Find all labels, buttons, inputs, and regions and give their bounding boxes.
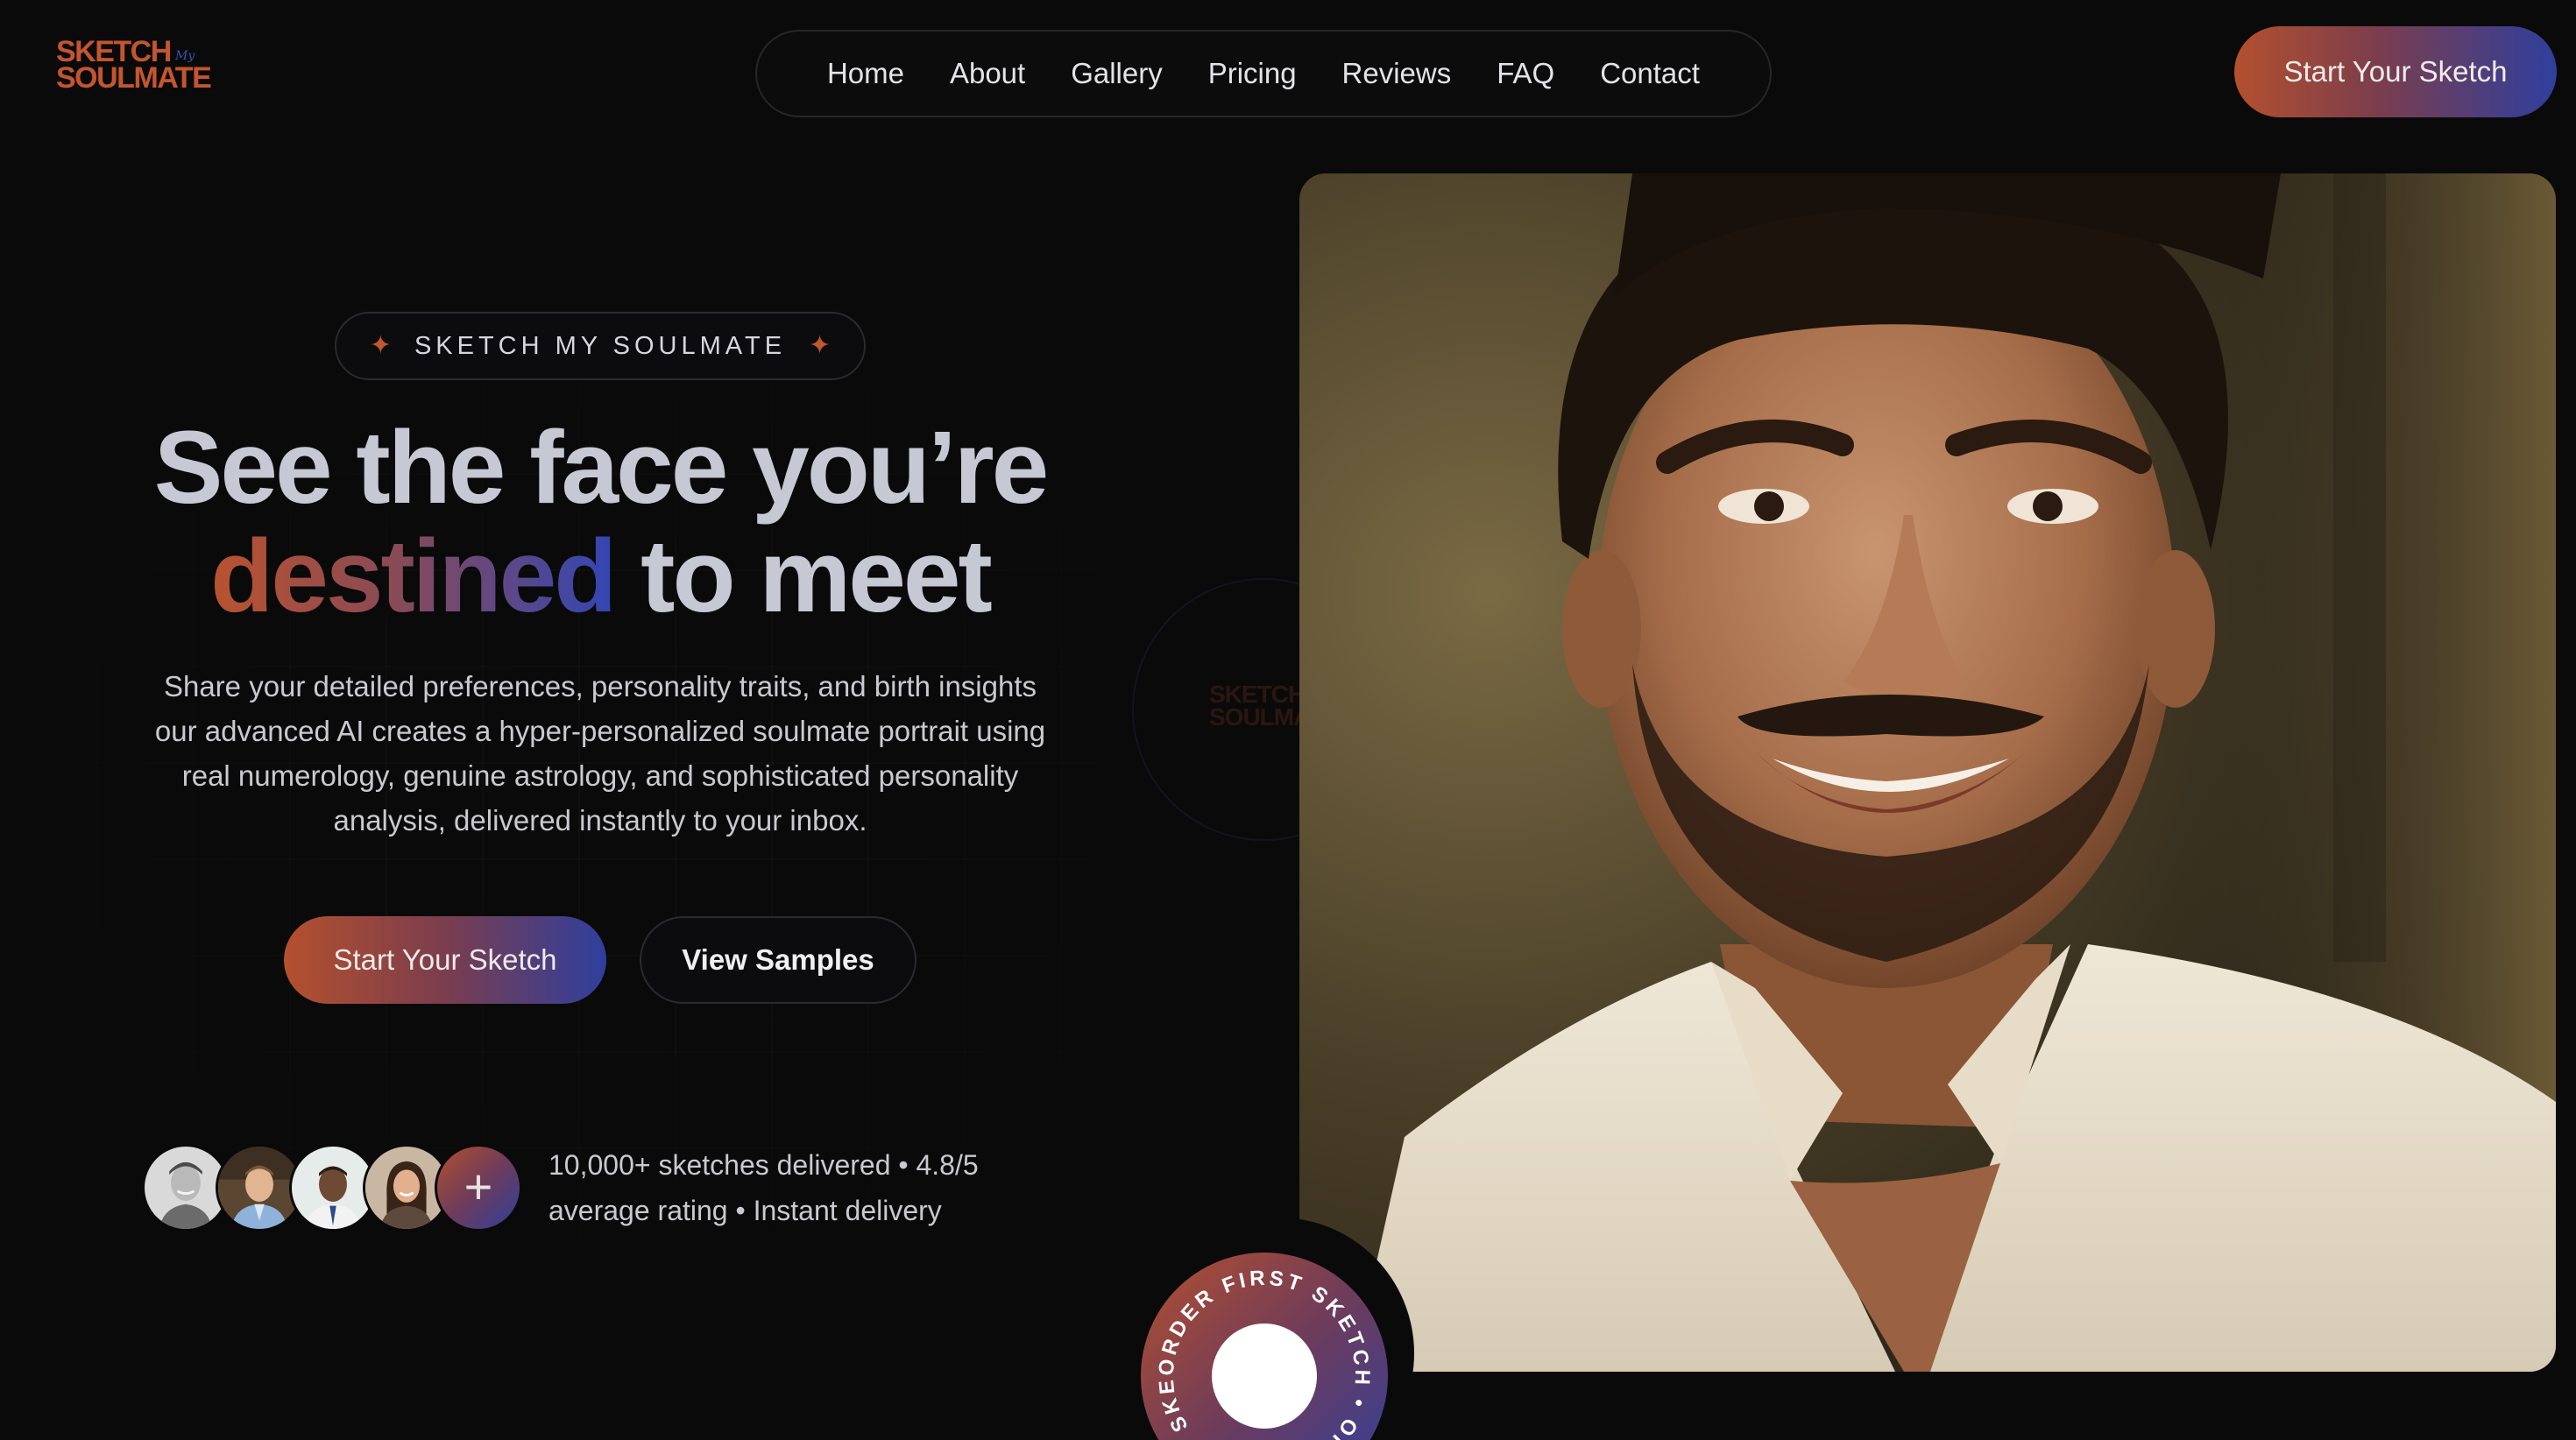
sparkle-icon: ✦ bbox=[809, 331, 832, 360]
avatar-stack: + bbox=[142, 1144, 527, 1233]
nav-item-home[interactable]: Home bbox=[827, 57, 904, 90]
logo[interactable]: SKETCH My SOULMATE bbox=[56, 37, 223, 105]
sparkle-icon: ✦ bbox=[369, 331, 392, 360]
more-avatars-icon: + bbox=[435, 1144, 522, 1232]
badge-center-dot bbox=[1212, 1324, 1317, 1429]
header-start-sketch-button[interactable]: Start Your Sketch bbox=[2234, 26, 2557, 117]
nav-item-contact[interactable]: Contact bbox=[1600, 57, 1700, 90]
main-nav: Home About Gallery Pricing Reviews FAQ C… bbox=[755, 30, 1772, 117]
nav-item-gallery[interactable]: Gallery bbox=[1071, 57, 1163, 90]
headline-line-1: See the face you’re bbox=[153, 410, 1050, 526]
watermark-line-2: SOULMA bbox=[1209, 703, 1311, 731]
social-proof: 10,000+ sketches delivered • 4.8/5 avera… bbox=[548, 1142, 1039, 1233]
badge-label: SKETCH MY SOULMATE bbox=[414, 331, 787, 360]
nav-item-about[interactable]: About bbox=[950, 57, 1025, 90]
headline-rest: to meet bbox=[640, 519, 993, 634]
headline-highlight: destined bbox=[210, 519, 617, 634]
hero-subtext: Share your detailed preferences, persona… bbox=[154, 670, 1046, 836]
hero-headline: See the face you’re destined to meet bbox=[79, 413, 1122, 631]
watermark-text: SKETCH SOULMA bbox=[1209, 682, 1311, 731]
view-samples-button[interactable]: View Samples bbox=[640, 916, 916, 1004]
nav-item-pricing[interactable]: Pricing bbox=[1208, 57, 1297, 90]
nav-item-faq[interactable]: FAQ bbox=[1497, 57, 1554, 90]
hero-portrait-image bbox=[1299, 173, 2556, 1372]
hero-badge: ✦ SKETCH MY SOULMATE ✦ bbox=[335, 312, 866, 380]
order-first-sketch-badge[interactable]: ORDER FIRST SKETCH • ORDER FIRST SKETCH … bbox=[1141, 1253, 1388, 1440]
social-proof-line-1: 10,000+ sketches delivered • 4.8/5 bbox=[548, 1149, 979, 1181]
nav-item-reviews[interactable]: Reviews bbox=[1342, 57, 1452, 90]
social-proof-line-2: average rating • Instant delivery bbox=[548, 1195, 942, 1226]
logo-line-2: SOULMATE bbox=[56, 61, 212, 95]
logo-my: My bbox=[175, 49, 195, 63]
start-sketch-button[interactable]: Start Your Sketch bbox=[284, 916, 606, 1004]
landing-page: SKETCH My SOULMATE Home About Gallery Pr… bbox=[0, 0, 2576, 1440]
